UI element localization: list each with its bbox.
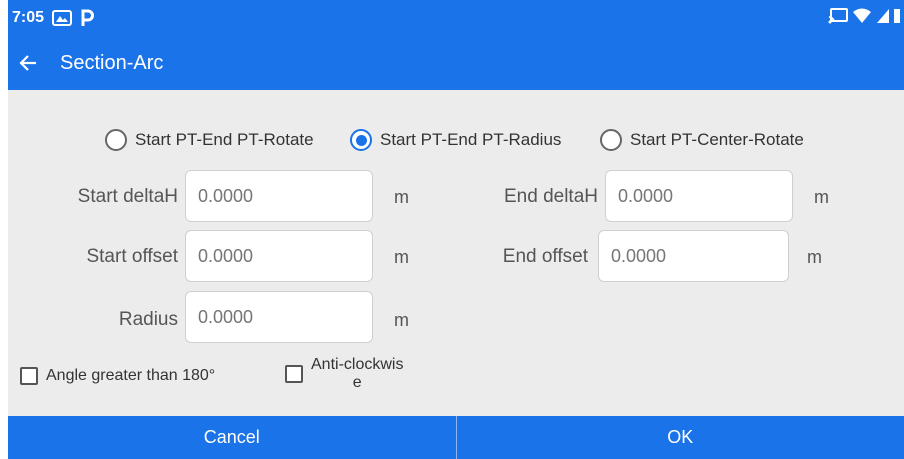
status-icons [828,0,900,36]
radius-unit: m [394,310,409,330]
form-content: Start PT-End PT-Rotate Start PT-End PT-R… [8,90,904,416]
end-deltah-unit: m [814,187,829,207]
radio-start-end-radius[interactable]: Start PT-End PT-Radius [350,129,561,151]
start-offset-input[interactable] [185,230,373,282]
start-deltah-input[interactable] [185,170,373,222]
end-deltah-input[interactable] [605,170,793,222]
start-offset-unit: m [394,247,409,267]
checkbox-unchecked-icon [285,365,303,383]
end-offset-input[interactable] [598,230,789,282]
arrow-left-icon[interactable] [8,36,48,90]
radio-label: Start PT-Center-Rotate [630,130,804,149]
anti-clockwise-label-line2: e [352,374,362,391]
end-offset-unit: m [807,247,822,267]
parking-icon [80,9,95,27]
start-deltah-label: Start deltaH [77,186,178,207]
screen: 7:05 Section-Arc Start PT-End PT-Rotate … [8,0,904,459]
cast-icon [828,7,848,29]
radio-label: Start PT-End PT-Radius [380,130,562,149]
radio-label: Start PT-End PT-Rotate [135,130,314,149]
end-deltah-label: End deltaH [503,186,598,207]
angle-greater-label: Angle greater than 180° [46,367,216,384]
radio-unchecked-icon [105,129,127,151]
app-bar: Section-Arc [8,36,904,90]
mode-radio-group: Start PT-End PT-Rotate Start PT-End PT-R… [8,120,904,160]
signal-icon [876,8,890,29]
anti-clockwise-checkbox[interactable]: Anti-clockwis e [285,356,403,392]
radius-input[interactable] [185,291,373,343]
dialog-footer: Cancel OK [8,416,904,459]
angle-greater-checkbox[interactable]: Angle greater than 180° [20,367,215,385]
radio-unchecked-icon [600,129,622,151]
photos-icon [52,10,73,26]
cancel-button[interactable]: Cancel [8,416,456,459]
checkbox-unchecked-icon [20,367,38,385]
page-title: Section-Arc [60,51,164,74]
anti-clockwise-label: Anti-clockwis e [311,356,403,392]
radio-start-end-rotate[interactable]: Start PT-End PT-Rotate [105,129,314,151]
status-bar: 7:05 [8,0,904,36]
radio-start-center-rotate[interactable]: Start PT-Center-Rotate [600,129,804,151]
battery-icon [894,8,900,29]
anti-clockwise-label-line1: Anti-clockwis [311,356,404,373]
radius-label: Radius [118,309,178,330]
status-time: 7:05 [12,9,45,26]
wifi-icon [852,8,872,29]
start-deltah-unit: m [394,187,409,207]
radio-checked-icon [350,129,372,151]
ok-button[interactable]: OK [457,416,904,459]
start-offset-label: Start offset [86,246,178,267]
end-offset-label: End offset [502,246,588,267]
